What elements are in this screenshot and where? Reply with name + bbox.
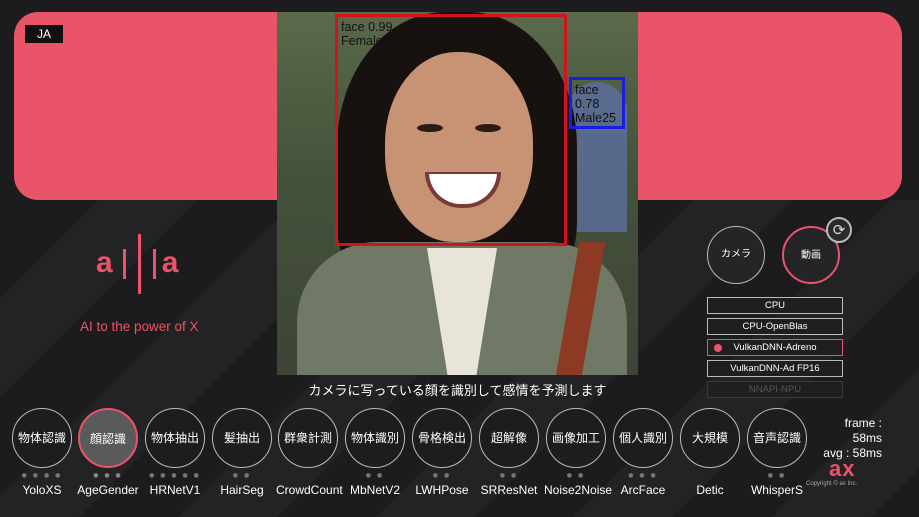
model-category: 骨格検出: [412, 408, 472, 468]
model-variant-dots: ● ●: [566, 472, 586, 479]
model-name: MbNetV2: [349, 483, 401, 497]
model-description: カメラに写っている顔を識別して感情を予測します: [308, 384, 607, 399]
camera-preview: face 0.99 Female26 face 0.78 Male25: [277, 12, 638, 375]
model-button-lwhpose[interactable]: 骨格検出 ● ● LWHPose: [410, 408, 474, 497]
detection-label: face 0.99 Female26: [341, 20, 397, 48]
detection-attributes: Male25: [575, 111, 616, 125]
model-name: Detic: [696, 483, 724, 497]
model-button-whispers[interactable]: 音声認識 ● ● WhisperS: [745, 408, 809, 497]
language-toggle[interactable]: JA: [25, 25, 63, 43]
detection-box-face-1: face 0.99 Female26: [335, 14, 567, 246]
model-category: 大規模: [680, 408, 740, 468]
model-name: YoloXS: [22, 483, 62, 497]
backend-label: CPU-OpenBlas: [742, 321, 808, 332]
model-name: WhisperS: [750, 483, 803, 497]
backend-cpu-openblas[interactable]: CPU-OpenBlas: [707, 318, 843, 335]
ailia-logo: aa: [96, 234, 182, 294]
model-name: CrowdCount: [276, 483, 343, 497]
model-variant-dots: ● ● ●: [93, 472, 123, 479]
model-category: 音声認識: [747, 408, 807, 468]
copyright: Copyright © ax Inc.: [806, 481, 858, 487]
model-category: 顔認識: [78, 408, 138, 468]
model-name: HairSeg: [220, 483, 264, 497]
model-category: 物体抽出: [145, 408, 205, 468]
model-category: 物体認識: [12, 408, 72, 468]
model-name: HRNetV1: [149, 483, 201, 497]
camera-mode-button[interactable]: カメラ: [707, 226, 765, 284]
selected-dot-icon: [714, 344, 722, 352]
model-category: 髪抽出: [212, 408, 272, 468]
model-variant-dots: ● ●: [499, 472, 519, 479]
model-name: LWHPose: [415, 483, 469, 497]
model-name: AgeGender: [77, 483, 139, 497]
backend-label: CPU: [764, 300, 786, 311]
model-name: SRResNet: [480, 483, 538, 497]
model-button-yoloxs[interactable]: 物体認識 ● ● ● ● YoloXS: [10, 408, 74, 497]
model-button-detic[interactable]: 大規模 Detic: [678, 408, 742, 497]
model-button-hairseg[interactable]: 髪抽出 ● ● HairSeg: [210, 408, 274, 497]
model-button-srresnet[interactable]: 超解像 ● ● SRResNet: [477, 408, 541, 497]
model-category: 超解像: [479, 408, 539, 468]
frame-time: frame : 58ms: [844, 416, 882, 445]
logo-letter: a: [161, 245, 183, 279]
model-category: 個人識別: [613, 408, 673, 468]
model-button-arcface[interactable]: 個人識別 ● ● ● ArcFace: [611, 408, 675, 497]
backend-label: VulkanDNN-Adreno: [733, 342, 817, 353]
model-button-noise2noise[interactable]: 画像加工 ● ● Noise2Noise: [544, 408, 613, 497]
performance-stats: frame : 58ms avg : 58ms: [812, 416, 882, 461]
logo-letter: a: [96, 245, 117, 279]
model-button-mbnetv2[interactable]: 物体識別 ● ● MbNetV2: [343, 408, 407, 497]
detection-label: face 0.78 Male25: [575, 83, 622, 125]
model-category: 物体識別: [345, 408, 405, 468]
detection-attributes: Female26: [341, 34, 397, 48]
backend-vulkan-fp16[interactable]: VulkanDNN-Ad FP16: [707, 360, 843, 377]
logo-bar: [137, 234, 141, 294]
backend-label: NNAPI-NPU: [748, 384, 802, 395]
model-variant-dots: [276, 472, 340, 480]
model-variant-dots: ● ●: [432, 472, 452, 479]
model-variant-dots: ● ● ● ● ●: [149, 472, 201, 479]
logo-bar: [152, 249, 156, 279]
detection-score: face 0.99: [341, 20, 393, 34]
backend-nnapi-npu: NNAPI-NPU: [707, 381, 843, 398]
model-variant-dots: ● ● ●: [628, 472, 658, 479]
refresh-icon[interactable]: ⟳: [826, 217, 852, 243]
logo-bar: [122, 249, 126, 279]
model-category: 群衆計測: [278, 408, 338, 468]
backend-label: VulkanDNN-Ad FP16: [730, 363, 820, 374]
backend-vulkan-adreno[interactable]: VulkanDNN-Adreno: [707, 339, 843, 356]
model-variant-dots: ● ●: [365, 472, 385, 479]
detection-score: face 0.78: [575, 83, 600, 111]
model-name: ArcFace: [620, 483, 666, 497]
model-button-agegender[interactable]: 顔認識 ● ● ● AgeGender: [76, 408, 140, 497]
model-category: 画像加工: [546, 408, 606, 468]
model-variant-dots: ● ● ● ●: [21, 472, 63, 479]
app-screen: JA face 0.99 Female26 face 0.78 Male25 カ…: [0, 0, 919, 517]
tagline: AI to the power of X: [80, 319, 199, 334]
detection-box-face-2: face 0.78 Male25: [569, 77, 625, 129]
backend-cpu[interactable]: CPU: [707, 297, 843, 314]
model-name: Noise2Noise: [544, 483, 613, 497]
model-button-crowdcount[interactable]: 群衆計測 CrowdCount: [276, 408, 343, 497]
ax-logo: ax: [829, 456, 856, 481]
model-variant-dots: ● ●: [767, 472, 787, 479]
banner-right: [628, 12, 902, 200]
model-variant-dots: ● ●: [232, 472, 252, 479]
model-variant-dots: [678, 472, 742, 480]
model-button-hrnetv1[interactable]: 物体抽出 ● ● ● ● ● HRNetV1: [143, 408, 207, 497]
